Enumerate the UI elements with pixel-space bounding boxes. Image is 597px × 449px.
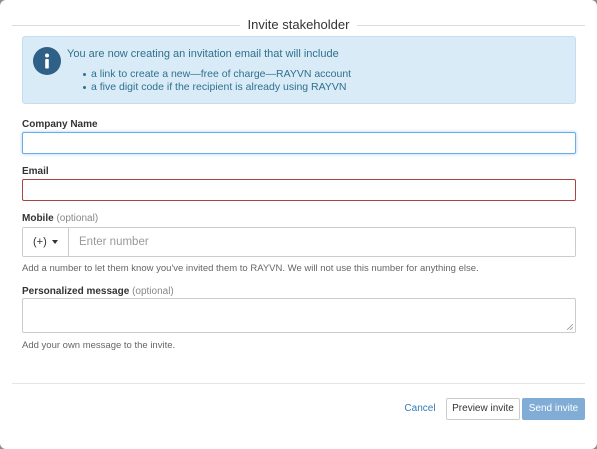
footer-divider [12,383,585,384]
country-code-value: (+) [33,236,47,248]
chevron-down-icon [52,240,58,244]
info-list-item: a five digit code if the recipient is al… [83,81,351,94]
title-divider-left [12,25,240,26]
info-list: a link to create a new—free of charge—RA… [83,68,351,94]
info-icon [33,47,61,75]
mobile-optional-hint: (optional) [56,213,99,224]
message-help-text: Add your own message to the invite. [22,340,176,351]
message-optional-hint: (optional) [132,286,174,297]
message-label-text: Personalized message [22,286,130,297]
modal-header: Invite stakeholder [0,14,597,36]
email-label: Email [22,166,49,177]
mobile-label-text: Mobile [22,213,54,224]
modal-title: Invite stakeholder [247,17,350,32]
email-input[interactable] [22,179,576,201]
info-alert: You are now creating an invitation email… [22,36,576,104]
resize-handle-icon[interactable] [567,324,573,330]
mobile-number-input[interactable]: Enter number [79,236,149,248]
title-divider-right [357,25,585,26]
message-textarea[interactable] [22,298,576,333]
preview-invite-button[interactable]: Preview invite [446,398,520,420]
country-code-dropdown[interactable]: (+) [23,228,69,256]
mobile-input-group: (+) Enter number [22,227,576,257]
send-invite-button[interactable]: Send invite [522,398,585,420]
message-label: Personalized message (optional) [22,286,174,297]
company-name-label: Company Name [22,119,98,130]
company-name-input[interactable] [22,132,576,154]
cancel-button[interactable]: Cancel [398,398,442,420]
info-list-item: a link to create a new—free of charge—RA… [83,68,351,81]
info-lead-text: You are now creating an invitation email… [67,48,339,60]
invite-modal: Invite stakeholder You are now creating … [0,0,597,449]
mobile-label: Mobile (optional) [22,213,98,224]
mobile-help-text: Add a number to let them know you've inv… [22,263,479,274]
